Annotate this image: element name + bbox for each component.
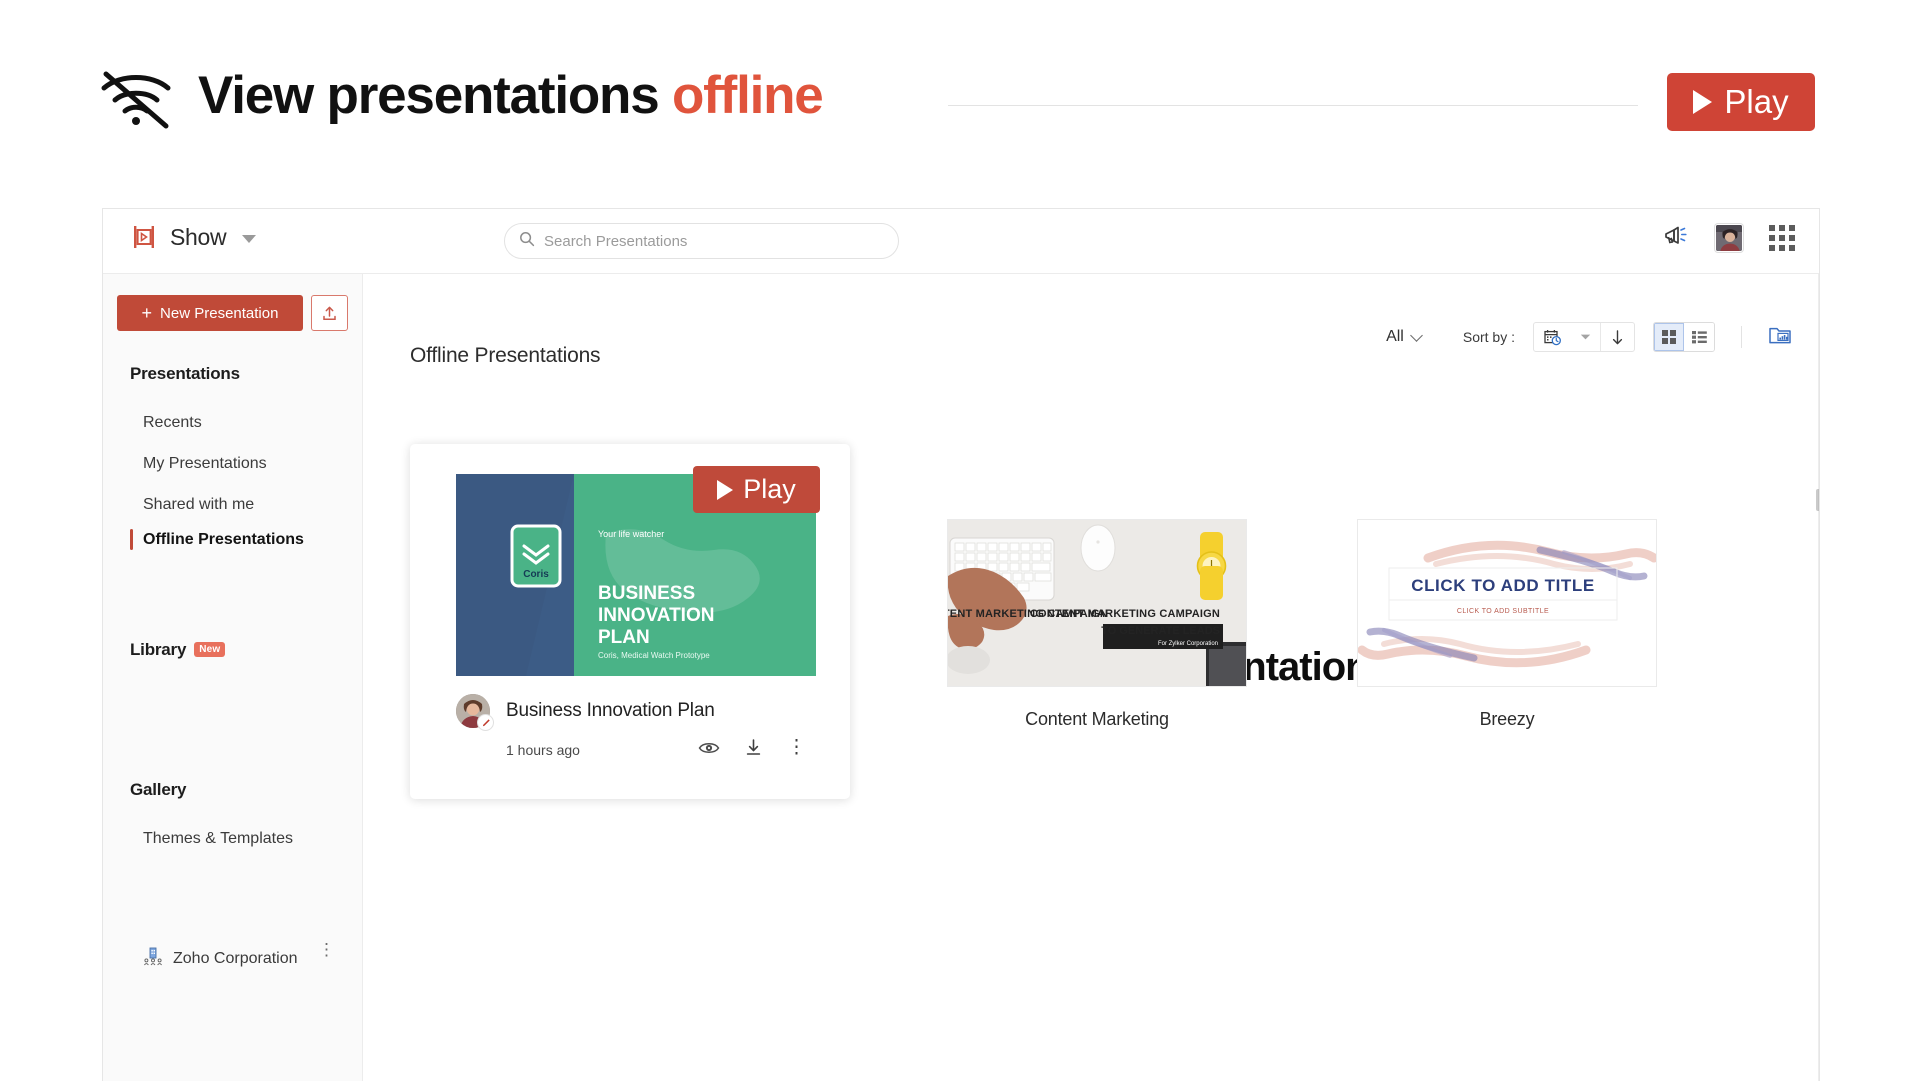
apps-grid-icon[interactable] — [1769, 224, 1795, 251]
filter-all-dropdown[interactable]: All — [1386, 328, 1423, 346]
new-presentation-label: New Presentation — [160, 304, 279, 322]
sidebar-item-themes-templates[interactable]: Themes & Templates — [143, 830, 293, 848]
sort-field-caret[interactable] — [1571, 323, 1600, 351]
presentation-card[interactable]: Coris Your life watcher BUSINESS INNOVAT… — [410, 444, 850, 799]
app-topbar: Show — [103, 209, 1819, 274]
eye-icon[interactable] — [698, 740, 720, 756]
sidebar-item-zoho-corporation[interactable]: Zoho Corporation — [143, 946, 343, 971]
wifi-off-icon — [98, 68, 174, 130]
promo-title: View presentations offline — [198, 62, 824, 130]
promo-play-label: Play — [1724, 83, 1789, 120]
chevron-down-icon — [1409, 328, 1423, 342]
svg-text:CLICK TO ADD SUBTITLE: CLICK TO ADD SUBTITLE — [1457, 608, 1549, 615]
card-play-label: Play — [743, 474, 796, 504]
user-avatar[interactable] — [1715, 223, 1743, 252]
slide-thumbnail[interactable]: CONTENT MARKETING CAMPAIGN CONTENT MARKE… — [947, 519, 1247, 687]
sort-field-button[interactable] — [1534, 323, 1571, 351]
search-input[interactable] — [544, 232, 884, 250]
svg-text:Coris, Medical Watch Prototype: Coris, Medical Watch Prototype — [598, 651, 710, 660]
topbar-actions — [1663, 223, 1795, 252]
grid-view-button[interactable] — [1654, 323, 1684, 351]
upload-icon — [323, 306, 336, 320]
sidebar-item-my-presentations[interactable]: My Presentations — [143, 455, 267, 473]
page-title: Offline Presentations — [410, 344, 601, 367]
card-title: Breezy — [1479, 709, 1535, 729]
sidebar-section-library-label: Library — [130, 640, 187, 659]
content-area: All Sort by : Offline Presentations pres… — [364, 274, 1819, 1081]
promo-play-button[interactable]: Play — [1667, 73, 1815, 131]
card-title: Business Innovation Plan — [506, 700, 715, 721]
pencil-icon — [477, 714, 494, 731]
sidebar-active-indicator — [130, 529, 133, 550]
download-icon[interactable] — [744, 738, 763, 757]
promo-divider — [948, 105, 1638, 106]
slide-thumbnail[interactable]: CLICK TO ADD TITLE CLICK TO ADD SUBTITLE — [1357, 519, 1657, 687]
app-window: Show Search Presentations + New Presenta… — [102, 208, 1820, 1081]
toolbar-separator — [1741, 326, 1742, 348]
upload-button[interactable] — [311, 295, 348, 331]
megaphone-icon[interactable] — [1663, 223, 1689, 252]
card-timestamp: 1 hours ago — [506, 742, 580, 758]
new-presentation-button[interactable]: + New Presentation — [117, 295, 303, 331]
card-title-row: Business Innovation Plan — [456, 694, 715, 731]
card-meta-row: 1 hours ago ⋮ — [506, 738, 806, 758]
promo-banner: View presentations offline Play — [0, 0, 1921, 185]
plus-icon: + — [141, 303, 153, 323]
svg-text:CONTENT MARKETING CAMPAIGN: CONTENT MARKETING CAMPAIGN — [1030, 608, 1220, 620]
svg-text:TO GENERATE LEADS: TO GENERATE LEADS — [1101, 625, 1220, 637]
svg-text:For Zylker Corporation: For Zylker Corporation — [1158, 641, 1218, 647]
content-right-border — [1816, 274, 1819, 1081]
more-vertical-icon[interactable]: ⋮ — [787, 738, 806, 757]
svg-text:CLICK TO ADD TITLE: CLICK TO ADD TITLE — [1411, 576, 1595, 595]
owner-avatar[interactable] — [456, 694, 494, 731]
slide-folder-icon[interactable] — [1768, 324, 1792, 351]
svg-text:PLAN: PLAN — [598, 627, 650, 648]
calendar-clock-icon — [1544, 329, 1561, 345]
sort-by-label: Sort by : — [1462, 329, 1515, 345]
library-item-label: Zoho Corporation — [173, 949, 298, 967]
sidebar: + New Presentation Presentations Recents… — [103, 274, 363, 1081]
presentation-card[interactable]: CONTENT MARKETING CAMPAIGN CONTENT MARKE… — [947, 519, 1247, 730]
view-toggle-group — [1653, 322, 1715, 352]
svg-text:Coris: Coris — [523, 569, 549, 580]
svg-text:Your life watcher: Your life watcher — [598, 529, 664, 539]
caret-down-icon — [1580, 334, 1591, 340]
arrow-down-icon — [1612, 329, 1623, 344]
content-toolbar: All Sort by : — [1386, 322, 1792, 352]
sidebar-section-presentations: Presentations — [130, 364, 240, 383]
svg-text:INNOVATION: INNOVATION — [598, 605, 714, 626]
card-play-button[interactable]: Play — [693, 466, 820, 513]
sort-control-group — [1533, 322, 1635, 352]
organization-icon — [143, 946, 163, 971]
library-new-badge: New — [194, 642, 226, 657]
brand-name: Show — [170, 223, 227, 250]
sidebar-section-gallery: Gallery — [130, 780, 187, 799]
sidebar-section-library: Library New — [130, 640, 226, 660]
svg-text:BUSINESS: BUSINESS — [598, 583, 695, 604]
list-view-icon — [1691, 331, 1707, 344]
more-vertical-icon[interactable]: ⋮ — [318, 941, 336, 958]
card-title: Content Marketing — [1025, 709, 1169, 729]
sort-direction-button[interactable] — [1601, 323, 1634, 351]
play-triangle-icon — [717, 479, 734, 500]
list-view-button[interactable] — [1684, 323, 1714, 351]
scroll-handle[interactable] — [1816, 489, 1819, 511]
show-app-icon — [129, 222, 159, 252]
sidebar-item-shared-with-me[interactable]: Shared with me — [143, 496, 254, 514]
card-actions: ⋮ — [698, 738, 806, 757]
sidebar-item-offline-presentations[interactable]: Offline Presentations — [143, 531, 304, 549]
promo-title-main: View presentations — [198, 66, 672, 125]
presentation-card[interactable]: CLICK TO ADD TITLE CLICK TO ADD SUBTITLE… — [1357, 519, 1657, 730]
sidebar-top-actions: + New Presentation — [117, 295, 348, 331]
grid-view-icon — [1662, 330, 1676, 344]
search-box[interactable] — [504, 223, 899, 259]
play-triangle-icon — [1693, 90, 1713, 114]
promo-title-accent: offline — [672, 66, 824, 125]
brand-switcher[interactable]: Show — [129, 222, 257, 252]
sidebar-item-recents[interactable]: Recents — [143, 414, 202, 432]
filter-all-label: All — [1386, 328, 1404, 345]
chevron-down-icon — [242, 235, 257, 243]
search-icon — [519, 231, 535, 252]
